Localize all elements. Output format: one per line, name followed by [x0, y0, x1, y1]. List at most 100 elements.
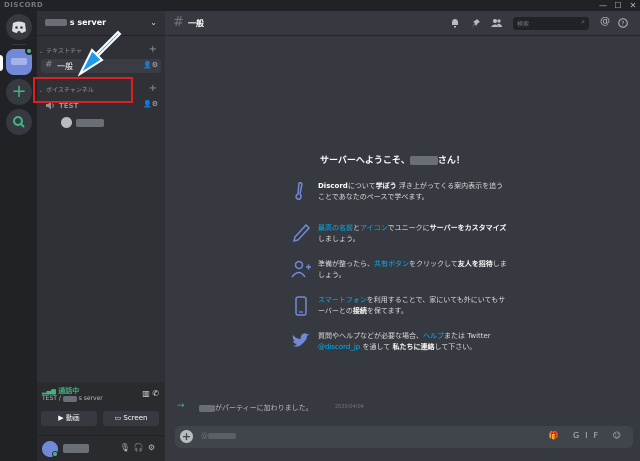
server-name-blur — [45, 19, 67, 26]
username-blur — [199, 404, 215, 412]
tip-text: と — [353, 224, 360, 232]
tip-text: を通して — [360, 343, 393, 351]
screen-button-label: Screen — [123, 414, 148, 422]
welcome-tip-text: 最高の名前とアイコンでユニークにサーバーをカスタマイズしましょう。 — [318, 223, 508, 245]
avatar — [61, 117, 72, 128]
message-composer[interactable]: + @ 🎁 GIF ☺ — [175, 426, 633, 448]
bell-icon[interactable] — [450, 18, 460, 28]
channel-title: 一般 — [188, 19, 204, 28]
username-blur — [63, 444, 89, 453]
category-label: テキストチャ — [46, 48, 82, 55]
members-icon[interactable] — [491, 18, 502, 28]
help-icon[interactable]: ? — [618, 18, 628, 28]
message-placeholder: @ — [201, 432, 208, 440]
voice-location-blur — [62, 395, 77, 402]
tip-emphasis: 学ぼう — [375, 182, 397, 190]
svg-text:?: ? — [621, 21, 624, 28]
tip-link[interactable]: スマートフォン — [318, 296, 367, 304]
voice-user[interactable] — [61, 117, 151, 129]
add-voice-channel-button[interactable]: + — [149, 84, 157, 94]
chat-area: # 一般 検索 ⌕ @ ? サーバーへようこそ、 さん！ Discordについて… — [165, 11, 640, 461]
tip-text: して下さい。 — [434, 343, 477, 351]
composer-tools[interactable]: 🎁 GIF ☺ — [548, 431, 627, 440]
join-text: がパーティーに加わりました。 — [215, 404, 313, 412]
rail-separator — [12, 44, 26, 45]
tip-text: をクリックして — [409, 260, 458, 268]
tip-emphasis: 友人を招待 — [457, 260, 493, 268]
welcome-tip-text: 質問やヘルプなどが必要な場合、ヘルプまたは Twitter @discord_j… — [318, 331, 508, 353]
voice-location-channel: TEST / — [42, 395, 61, 402]
title-bar: DISCORD — ☐ ✕ — [0, 0, 640, 11]
tip-text: を保てます。 — [366, 307, 408, 315]
tip-link[interactable]: @discord_jp — [318, 343, 360, 351]
maximize-button[interactable]: ☐ — [611, 0, 625, 11]
category-text-channels[interactable]: ⌄ テキストチャ — [39, 46, 82, 57]
screen-share-icon: ▭ — [114, 414, 122, 422]
mention-icon[interactable]: @ — [600, 16, 610, 27]
thermometer-icon — [295, 181, 303, 200]
server-icon-blur — [11, 58, 27, 65]
channel-invite-settings-icons[interactable]: 👤⚙ — [143, 61, 158, 69]
upload-button[interactable]: + — [180, 430, 193, 443]
add-text-channel-button[interactable]: + — [149, 45, 157, 55]
minimize-button[interactable]: — — [596, 0, 610, 11]
add-friend-icon — [291, 260, 311, 278]
tip-link[interactable]: ヘルプ — [423, 332, 444, 340]
screen-share-button[interactable]: ▭ Screen — [103, 411, 159, 426]
user-controls[interactable]: 🎙🎧⚙ — [120, 443, 159, 452]
hash-icon: # — [173, 15, 184, 30]
selected-server-indicator — [0, 55, 3, 71]
voice-channel-tools[interactable]: 👤⚙ — [143, 100, 158, 108]
discord-logo-icon — [12, 21, 26, 33]
welcome-tip-text: スマートフォンを利用することで、家にいても外にいてもサーバーとの接続を保てます。 — [318, 295, 508, 317]
signal-icon: ▂▄▆ — [42, 388, 56, 395]
channel-label: 一般 — [57, 62, 73, 71]
username-blur — [409, 156, 438, 165]
pin-icon[interactable] — [471, 18, 481, 28]
online-status-dot — [52, 451, 58, 457]
app-brand: DISCORD — [4, 1, 44, 9]
voice-panel-icons[interactable]: ▥ ✆ — [142, 389, 159, 398]
welcome-heading-prefix: サーバーへようこそ、 — [320, 156, 410, 166]
welcome-tip-text: Discordについて学ぼう 浮き上がってくる案内表示を追うことであなたのペース… — [318, 181, 508, 203]
tip-text: しましょう。 — [318, 235, 360, 243]
search-input[interactable]: 検索 ⌕ — [513, 17, 589, 30]
join-arrow-icon: → — [177, 401, 185, 411]
message-input[interactable]: @ — [201, 432, 236, 440]
explore-servers-button[interactable] — [6, 109, 32, 135]
chevron-down-icon[interactable]: ⌄ — [150, 18, 157, 27]
tip-text: でユニークに — [387, 224, 430, 232]
tip-text: について — [347, 182, 376, 190]
search-icon: ⌕ — [581, 18, 585, 26]
server-name: s server — [45, 18, 106, 27]
voice-channel-label: TEST — [59, 102, 79, 110]
server-icon[interactable] — [6, 47, 33, 75]
welcome-heading: サーバーへようこそ、 さん！ — [320, 153, 465, 166]
twitter-icon — [292, 333, 310, 347]
join-message-text: がパーティーに加わりました。 — [199, 403, 313, 413]
voice-location[interactable]: TEST / s server — [42, 395, 103, 402]
voice-connection-panel: ▂▄▆ 通話中 TEST / s server ▥ ✆ ▶ 動画 ▭ Scree… — [37, 382, 165, 436]
smartphone-icon — [295, 296, 307, 316]
voice-status-label: 通話中 — [58, 387, 80, 395]
user-panel: 🎙🎧⚙ — [37, 436, 165, 461]
server-name-text: s server — [69, 18, 107, 27]
caret-down-icon: ⌄ — [39, 49, 44, 55]
close-button[interactable]: ✕ — [626, 0, 640, 11]
tip-link[interactable]: 最高の名前 — [318, 224, 353, 232]
tip-emphasis: 私たちに連絡 — [392, 343, 435, 351]
tip-link[interactable]: 共有ボタン — [374, 260, 409, 268]
tip-link[interactable]: アイコン — [360, 224, 388, 232]
message-timestamp: 2020/04/04 — [335, 404, 364, 410]
video-camera-icon: ▶ — [58, 414, 64, 422]
welcome-tip-text: 準備が整ったら、共有ボタンをクリックして友人を招待しましょう。 — [318, 259, 508, 281]
tip-text: 準備が整ったら、 — [318, 260, 374, 268]
home-button[interactable] — [6, 14, 32, 40]
placeholder-blur — [208, 433, 236, 439]
server-rail: + — [0, 11, 37, 461]
video-button[interactable]: ▶ 動画 — [41, 411, 97, 426]
add-server-button[interactable]: + — [6, 79, 32, 105]
annotation-highlight-box — [33, 77, 133, 103]
server-badge — [25, 47, 33, 55]
chat-header: # 一般 検索 ⌕ @ ? — [165, 11, 640, 36]
